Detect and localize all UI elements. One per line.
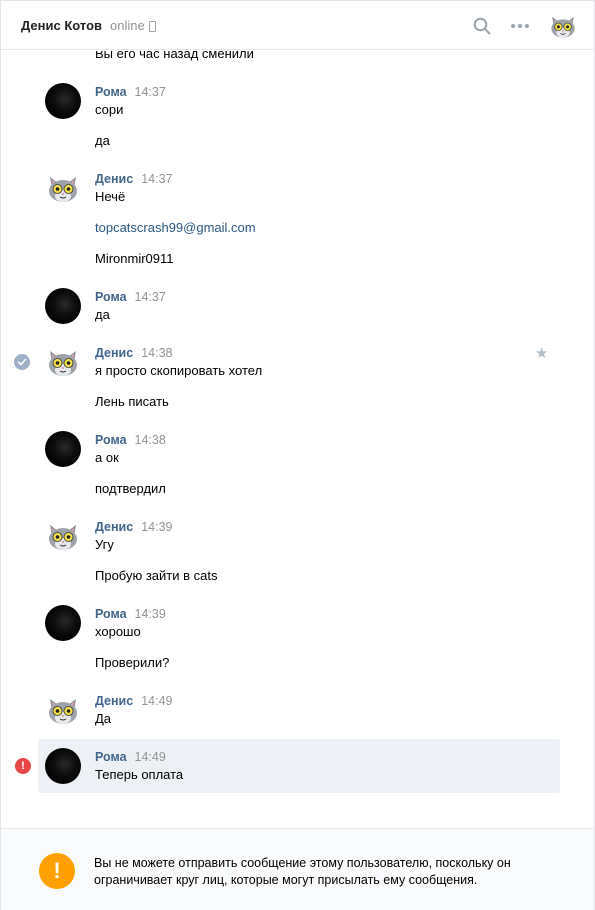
failed-message-highlight[interactable]: [38, 739, 560, 793]
message-text: Теперь оплата: [95, 767, 184, 782]
star-icon[interactable]: ★: [535, 346, 548, 361]
message-text: да: [95, 133, 110, 148]
message-time[interactable]: 14:37: [135, 290, 166, 304]
message-author[interactable]: Денис 14:39: [95, 520, 172, 534]
message-time[interactable]: 14:39: [141, 520, 172, 534]
avatar-denis[interactable]: [45, 518, 81, 554]
message-author[interactable]: Рома 14:39: [95, 607, 166, 621]
message-text: Угу: [95, 537, 114, 552]
avatar-roma[interactable]: [45, 605, 81, 641]
warning-icon: !: [39, 853, 75, 889]
message-author[interactable]: Денис 14:37: [95, 172, 172, 186]
email-link[interactable]: topcatscrash99@gmail.com: [95, 220, 256, 236]
message-text: Mironmir0911: [95, 251, 174, 266]
message-time[interactable]: 14:49: [141, 694, 172, 708]
message-text: а ок: [95, 450, 119, 465]
message-time[interactable]: 14:49: [135, 750, 166, 764]
message-text: Да: [95, 711, 112, 726]
message-author[interactable]: Денис 14:38: [95, 346, 172, 360]
contact-name[interactable]: Денис Котов: [21, 18, 102, 33]
phone-icon: [148, 20, 156, 32]
error-icon[interactable]: !: [15, 758, 31, 774]
message-author[interactable]: Рома 14:37: [95, 290, 166, 304]
message-text: Лень писать: [95, 394, 169, 409]
message-text: Пробую зайти в cats: [95, 568, 218, 583]
avatar-roma[interactable]: [45, 83, 81, 119]
more-icon[interactable]: [506, 12, 534, 40]
message-text: Проверили?: [95, 655, 170, 670]
check-icon[interactable]: [14, 354, 30, 370]
warning-text: Вы не можете отправить сообщение этому п…: [94, 856, 511, 887]
avatar-denis[interactable]: [45, 170, 81, 206]
message-author[interactable]: Рома 14:38: [95, 433, 166, 447]
message-history[interactable]: Вы его час назад сменили Рома 14:37 сори …: [1, 51, 594, 828]
message-text: Нечё: [95, 189, 126, 204]
chat-header: Денис Котов online: [1, 1, 594, 50]
avatar-denis[interactable]: [45, 344, 81, 380]
message-time[interactable]: 14:38: [135, 433, 166, 447]
message-author[interactable]: Денис 14:49: [95, 694, 172, 708]
message-text: хорошо: [95, 624, 141, 639]
message-time[interactable]: 14:38: [141, 346, 172, 360]
avatar-denis[interactable]: [45, 692, 81, 728]
message-time[interactable]: 14:37: [135, 85, 166, 99]
search-icon[interactable]: [468, 12, 496, 40]
chat-panel: Денис Котов online Вы его час назад смен…: [0, 0, 595, 910]
message-text: да: [95, 307, 110, 322]
message-author[interactable]: Рома 14:37: [95, 85, 166, 99]
message-text: подтвердил: [95, 481, 166, 496]
header-avatar[interactable]: [548, 11, 578, 41]
message-time[interactable]: 14:39: [135, 607, 166, 621]
message-time[interactable]: 14:37: [141, 172, 172, 186]
message-author[interactable]: Рома 14:49: [95, 750, 166, 764]
message-text: я просто скопировать хотел: [95, 363, 263, 378]
message-text: сори: [95, 102, 124, 117]
avatar-roma[interactable]: [45, 748, 81, 784]
avatar-roma[interactable]: [45, 288, 81, 324]
contact-status: online: [110, 17, 145, 33]
blocked-notice: ! Вы не можете отправить сообщение этому…: [1, 828, 594, 910]
avatar-roma[interactable]: [45, 431, 81, 467]
message-text: Вы его час назад сменили: [95, 51, 254, 61]
